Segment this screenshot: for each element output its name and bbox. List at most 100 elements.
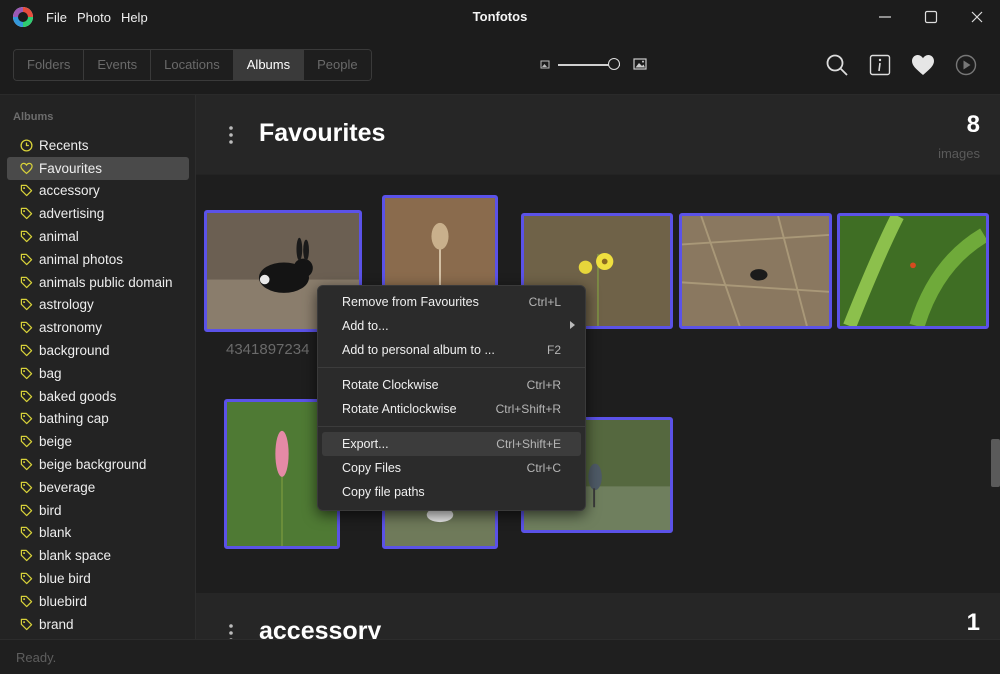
context-menu-item-add-to[interactable]: Add to...: [322, 314, 581, 338]
favourite-button[interactable]: [909, 51, 937, 79]
sidebar-item-accessory[interactable]: accessory: [7, 180, 189, 203]
sidebar-item-astronomy[interactable]: astronomy: [7, 316, 189, 339]
context-menu-item-copy-files[interactable]: Copy Files Ctrl+C: [322, 456, 581, 480]
tag-icon: [20, 527, 33, 539]
tag-icon: [20, 595, 33, 608]
tag-icon: [20, 390, 33, 402]
sidebar-item-bird[interactable]: bird: [7, 499, 189, 522]
sidebar-item-label: advertising: [39, 206, 105, 222]
tab-locations[interactable]: Locations: [151, 50, 234, 80]
context-menu-item-remove-from-favourites[interactable]: Remove from Favourites Ctrl+L: [322, 290, 581, 314]
sidebar-item-beige[interactable]: beige: [7, 430, 189, 453]
sidebar-item-animal[interactable]: animal: [7, 225, 189, 248]
tag-icon: [20, 436, 33, 448]
close-icon: [971, 11, 983, 23]
tag-icon: [20, 367, 33, 380]
menu-help[interactable]: Help: [121, 10, 148, 25]
tab-people[interactable]: People: [304, 50, 371, 80]
sidebar-item-blank[interactable]: blank: [7, 522, 189, 545]
sidebar-item-blue-bird[interactable]: blue bird: [7, 567, 189, 590]
sidebar-item-label: Recents: [39, 137, 89, 153]
sidebar-item-bathing-cap[interactable]: bathing cap: [7, 408, 189, 431]
play-icon: [955, 54, 977, 76]
tab-folders[interactable]: Folders: [14, 50, 85, 80]
clock-icon: [20, 139, 33, 152]
sidebar-item-recents[interactable]: Recents: [7, 134, 189, 157]
album-header: Favourites 8 images: [196, 95, 1000, 175]
zoom-slider-handle[interactable]: [607, 58, 620, 70]
heart-icon: [912, 55, 934, 75]
sidebar-item-favourites[interactable]: Favourites: [7, 156, 189, 180]
sidebar-item-animals-public-domain[interactable]: animals public domain: [7, 271, 189, 294]
sidebar-item-baked-goods[interactable]: baked goods: [7, 385, 189, 408]
minimize-icon: [879, 16, 891, 18]
tag-icon: [20, 458, 33, 471]
sidebar-item-beverage[interactable]: beverage: [7, 476, 189, 499]
photo-thumbnail-beetle[interactable]: [679, 213, 832, 329]
grid-scrollbar-thumb[interactable]: [991, 439, 1000, 487]
beetle-photo: [682, 216, 829, 326]
context-menu-item-rotate-clockwise[interactable]: Rotate Clockwise Ctrl+R: [322, 373, 581, 397]
tag-icon: [20, 208, 33, 220]
sidebar-item-blank-space[interactable]: blank space: [7, 544, 189, 567]
sidebar-item-beige-background[interactable]: beige background: [7, 453, 189, 476]
tag-icon: [20, 504, 33, 516]
context-menu-item-export[interactable]: Export... Ctrl+Shift+E: [322, 432, 581, 456]
heart-icon: [20, 162, 33, 174]
slideshow-button[interactable]: [952, 51, 980, 79]
context-menu-item-copy-file-paths[interactable]: Copy file paths: [322, 480, 581, 504]
sidebar-item-bluebird[interactable]: bluebird: [7, 590, 189, 613]
sidebar-item-brand[interactable]: brand: [7, 613, 189, 636]
ladybug-photo: [840, 216, 986, 326]
context-menu-item-add-to-personal-album-to[interactable]: Add to personal album to ... F2: [322, 338, 581, 362]
info-button[interactable]: [866, 51, 894, 79]
maximize-button[interactable]: [908, 0, 954, 34]
tab-events[interactable]: Events: [84, 50, 152, 80]
more-vertical-icon[interactable]: [226, 125, 236, 145]
sidebar-item-astrology[interactable]: astrology: [7, 294, 189, 317]
sidebar-item-background[interactable]: background: [7, 339, 189, 362]
sidebar-item-label: background: [39, 343, 110, 359]
tag-icon: [20, 276, 33, 288]
sidebar-item-animal-photos[interactable]: animal photos: [7, 248, 189, 271]
view-tabs: Folders Events Locations Albums People: [13, 49, 372, 81]
title-bar: File Photo Help Tonfotos: [0, 0, 1000, 34]
tag-icon: [20, 413, 33, 425]
app-logo-icon: [13, 7, 33, 27]
menu-file[interactable]: File: [46, 10, 67, 25]
tag-icon: [20, 322, 33, 334]
next-album-title: accessory: [259, 617, 382, 639]
close-button[interactable]: [954, 0, 1000, 34]
menu-item-shortcut: Ctrl+Shift+R: [495, 402, 561, 416]
minimize-button[interactable]: [862, 0, 908, 34]
sidebar-heading: Albums: [13, 111, 54, 123]
sidebar-item-label: beige background: [39, 457, 147, 473]
more-vertical-icon[interactable]: [226, 623, 236, 639]
status-bar: Ready.: [0, 639, 1000, 674]
menu-separator: [318, 426, 585, 427]
sidebar-item-label: bag: [39, 365, 62, 381]
album-title: Favourites: [259, 119, 386, 147]
context-menu-item-rotate-anticlockwise[interactable]: Rotate Anticlockwise Ctrl+Shift+R: [322, 397, 581, 421]
sidebar-item-advertising[interactable]: advertising: [7, 202, 189, 225]
menu-photo[interactable]: Photo: [77, 10, 111, 25]
sidebar-item-label: accessory: [39, 183, 100, 199]
menu-item-shortcut: Ctrl+C: [526, 461, 561, 475]
tab-albums[interactable]: Albums: [233, 50, 305, 80]
album-image-count: 8: [966, 111, 980, 138]
sidebar-item-label: beige: [39, 434, 73, 450]
search-button[interactable]: [823, 51, 851, 79]
search-icon: [826, 54, 848, 76]
sidebar-item-bag[interactable]: bag: [7, 362, 189, 385]
status-text: Ready.: [16, 650, 57, 665]
tag-icon: [20, 344, 33, 357]
photo-thumbnail-ladybug[interactable]: [837, 213, 989, 329]
album-list: Recents Favourites accessory advertising ani…: [7, 134, 189, 636]
sidebar-item-label: blank: [39, 525, 72, 541]
tag-icon: [20, 185, 33, 197]
menu-item-label: Rotate Clockwise: [342, 378, 439, 392]
next-album-header: accessory 1: [196, 593, 1000, 639]
maximize-icon: [924, 10, 938, 24]
toolbar: Folders Events Locations Albums People: [0, 34, 1000, 95]
sidebar-item-label: baked goods: [39, 388, 117, 404]
